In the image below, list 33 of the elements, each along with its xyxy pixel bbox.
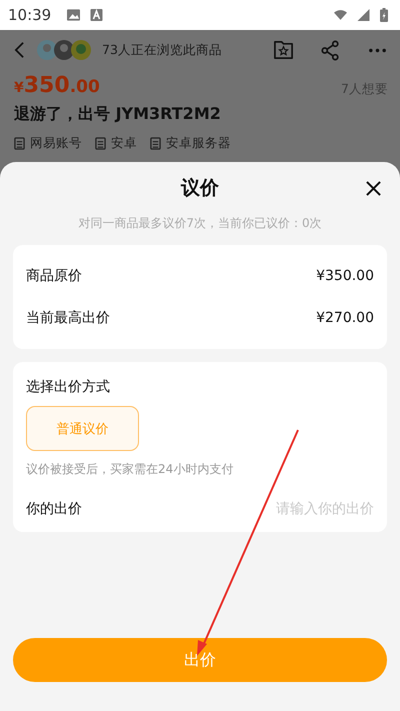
price-value: ¥270.00 xyxy=(316,310,374,326)
signal-icon xyxy=(357,9,370,21)
viewers-count: 73人正在浏览此商品 xyxy=(102,42,222,58)
tag-label: 安卓服务器 xyxy=(166,135,231,152)
tag-label: 网易账号 xyxy=(30,135,82,152)
offer-label: 你的出价 xyxy=(26,500,82,518)
bargain-limit-note: 对同一商品最多议价7次，当前你已议价：0次 xyxy=(77,215,323,232)
avatar-icon xyxy=(54,40,74,60)
avatar-icon xyxy=(71,40,91,60)
submit-offer-button[interactable]: 出价 xyxy=(13,638,387,682)
method-option[interactable]: 普通议价 xyxy=(26,406,139,451)
document-icon xyxy=(95,137,106,150)
tag-label: 安卓 xyxy=(111,135,137,152)
favorite-icon[interactable] xyxy=(273,40,294,60)
document-icon xyxy=(150,137,161,150)
image-icon xyxy=(67,9,80,21)
back-icon[interactable] xyxy=(14,41,25,59)
app-icon xyxy=(90,9,104,21)
dialog-title: 议价 xyxy=(181,176,219,201)
wifi-icon xyxy=(334,9,347,21)
price-value: ¥350.00 xyxy=(316,268,374,284)
method-label: 选择出价方式 xyxy=(26,378,110,396)
price-label: 商品原价 xyxy=(26,267,82,285)
battery-icon xyxy=(380,8,388,22)
status-time: 10:39 xyxy=(8,6,52,24)
close-icon[interactable] xyxy=(366,181,381,196)
payment-hint: 议价被接受后，买家需在24小时内支付 xyxy=(26,461,234,478)
document-icon xyxy=(14,137,25,150)
share-icon[interactable] xyxy=(320,40,341,60)
item-title: 退游了，出号 JYM3RT2M2 xyxy=(14,104,222,125)
avatar-icon xyxy=(37,40,57,60)
price: ¥350.00 xyxy=(14,73,100,98)
price-label: 当前最高出价 xyxy=(26,309,110,327)
